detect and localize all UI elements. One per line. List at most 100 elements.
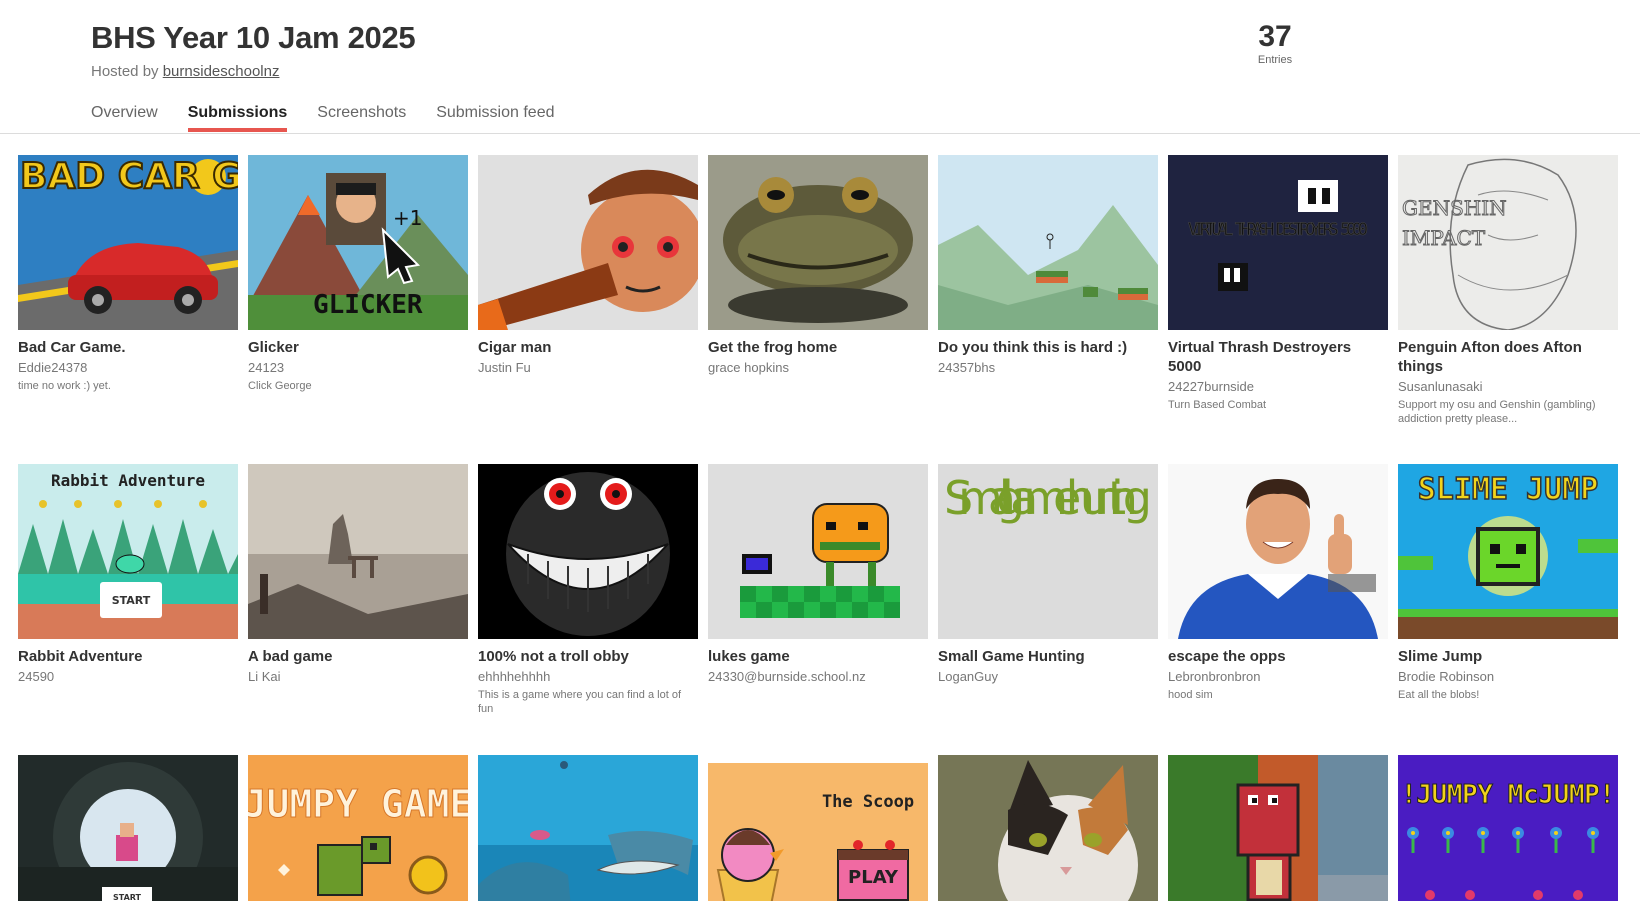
game-title[interactable]: Virtual Thrash Destroyers 5000 bbox=[1168, 338, 1388, 376]
hosted-prefix: Hosted by bbox=[91, 63, 163, 80]
game-thumbnail[interactable]: VIRTUAL THRASH DESTROYERS 5000 bbox=[1168, 155, 1388, 330]
dino-cover bbox=[1168, 755, 1388, 901]
svg-text:JUMPY GAME: JUMPY GAME bbox=[248, 782, 468, 826]
game-card[interactable]: SLIME JUMP Slime Jump Brodie Robinson Ea… bbox=[1398, 464, 1618, 716]
svg-text:PLAY: PLAY bbox=[848, 867, 899, 888]
game-title[interactable]: Glicker bbox=[248, 338, 468, 357]
game-card[interactable]: Cigar man Justin Fu bbox=[478, 155, 698, 426]
game-thumbnail[interactable]: JUMPY GAME bbox=[248, 755, 468, 901]
game-card[interactable]: A bad game Li Kai bbox=[248, 464, 468, 716]
game-thumbnail[interactable]: GENSHIN IMPACT bbox=[1398, 155, 1618, 330]
game-title[interactable]: Bad Car Game. bbox=[18, 338, 238, 357]
svg-text:!JUMPY McJUMP!: !JUMPY McJUMP! bbox=[1401, 780, 1615, 810]
tab-submissions[interactable]: Submissions bbox=[187, 104, 288, 132]
svg-text:+1: +1 bbox=[393, 206, 422, 230]
svg-text:BAD CAR GAME: BAD CAR GAME bbox=[20, 156, 238, 197]
game-title[interactable]: Cigar man bbox=[478, 338, 698, 357]
game-description: Click George bbox=[248, 380, 312, 392]
game-title[interactable]: Slime Jump bbox=[1398, 647, 1618, 666]
slime-jump-cover: SLIME JUMP bbox=[1398, 464, 1618, 639]
game-author[interactable]: Susanlunasaki bbox=[1398, 379, 1618, 394]
game-card[interactable]: +1 GLICKER Glicker 24123 Click George bbox=[248, 155, 468, 426]
game-thumbnail[interactable] bbox=[938, 755, 1158, 901]
game-thumbnail[interactable] bbox=[248, 464, 468, 639]
game-thumbnail[interactable] bbox=[478, 155, 698, 330]
game-thumbnail[interactable]: +1 GLICKER bbox=[248, 155, 468, 330]
game-card[interactable]: The Scoop PLAY bbox=[708, 755, 928, 901]
game-author[interactable]: Li Kai bbox=[248, 669, 468, 684]
game-card[interactable]: JUMPY GAME bbox=[248, 755, 468, 901]
game-thumbnail[interactable]: Small game hunting bbox=[938, 464, 1158, 639]
game-card[interactable]: Do you think this is hard :) 24357bhs bbox=[938, 155, 1158, 426]
game-author[interactable]: 24590 bbox=[18, 669, 238, 684]
game-card[interactable]: VIRTUAL THRASH DESTROYERS 5000 Virtual T… bbox=[1168, 155, 1388, 426]
game-title[interactable]: A bad game bbox=[248, 647, 468, 666]
game-card[interactable] bbox=[938, 755, 1158, 901]
game-thumbnail[interactable] bbox=[1168, 755, 1388, 901]
game-card[interactable]: !JUMPY McJUMP! bbox=[1398, 755, 1618, 901]
a-bad-game-cover bbox=[248, 464, 468, 639]
game-author[interactable]: LoganGuy bbox=[938, 669, 1158, 684]
penguin-afton-cover: GENSHIN IMPACT bbox=[1398, 155, 1618, 330]
game-title[interactable]: Penguin Afton does Afton things bbox=[1398, 338, 1618, 376]
game-author[interactable]: 24357bhs bbox=[938, 360, 1158, 375]
game-title[interactable]: Small Game Hunting bbox=[938, 647, 1158, 666]
game-author[interactable]: 24123 bbox=[248, 360, 468, 375]
game-title[interactable]: Rabbit Adventure bbox=[18, 647, 238, 666]
game-author[interactable]: grace hopkins bbox=[708, 360, 928, 375]
game-card[interactable]: START bbox=[18, 755, 238, 901]
game-thumbnail[interactable] bbox=[938, 155, 1158, 330]
svg-text:GENSHIN: GENSHIN bbox=[1402, 196, 1507, 220]
game-description: This is a game where you can find a lot … bbox=[478, 689, 681, 715]
game-card[interactable] bbox=[1168, 755, 1388, 901]
game-thumbnail[interactable]: START bbox=[18, 755, 238, 901]
game-card[interactable]: GENSHIN IMPACT Penguin Afton does Afton … bbox=[1398, 155, 1618, 426]
svg-text:START: START bbox=[113, 893, 142, 901]
tab-submission-feed[interactable]: Submission feed bbox=[436, 104, 554, 132]
tab-screenshots[interactable]: Screenshots bbox=[317, 104, 406, 132]
game-card[interactable]: escape the opps Lebronbronbron hood sim bbox=[1168, 464, 1388, 716]
game-author[interactable]: Lebronbronbron bbox=[1168, 669, 1388, 684]
game-thumbnail[interactable] bbox=[1168, 464, 1388, 639]
svg-text:SLIME JUMP: SLIME JUMP bbox=[1418, 472, 1599, 507]
game-thumbnail[interactable] bbox=[708, 155, 928, 330]
game-author[interactable]: ehhhhehhhh bbox=[478, 669, 698, 684]
game-card[interactable]: BAD CAR GAME Bad Car Game. Eddie24378 ti… bbox=[18, 155, 238, 426]
game-author[interactable]: Justin Fu bbox=[478, 360, 698, 375]
game-author[interactable]: Brodie Robinson bbox=[1398, 669, 1618, 684]
game-card[interactable]: lukes game 24330@burnside.school.nz bbox=[708, 464, 928, 716]
troll-obby-cover bbox=[478, 464, 698, 639]
game-title[interactable]: Get the frog home bbox=[708, 338, 928, 357]
jumpy-mcjump-cover: !JUMPY McJUMP! bbox=[1398, 755, 1618, 901]
game-thumbnail[interactable]: SLIME JUMP bbox=[1398, 464, 1618, 639]
game-title[interactable]: 100% not a troll obby bbox=[478, 647, 698, 666]
entries-count: 37 bbox=[1258, 20, 1292, 53]
game-thumbnail[interactable]: START Rabbit Adventure bbox=[18, 464, 238, 639]
game-card[interactable]: Get the frog home grace hopkins bbox=[708, 155, 928, 426]
game-thumbnail[interactable]: The Scoop PLAY bbox=[708, 755, 928, 901]
game-title[interactable]: Do you think this is hard :) bbox=[938, 338, 1158, 357]
game-card[interactable]: START Rabbit Adventure Rabbit Adventure … bbox=[18, 464, 238, 716]
game-card[interactable]: 100% not a troll obby ehhhhehhhh This is… bbox=[478, 464, 698, 716]
game-thumbnail[interactable] bbox=[478, 755, 698, 901]
game-card[interactable] bbox=[478, 755, 698, 901]
underwater-cover bbox=[478, 755, 698, 901]
hosted-by: Hosted by burnsideschoolnz bbox=[91, 63, 279, 80]
host-link[interactable]: burnsideschoolnz bbox=[163, 63, 280, 80]
game-thumbnail[interactable] bbox=[708, 464, 928, 639]
tab-overview[interactable]: Overview bbox=[91, 104, 158, 132]
svg-text:START: START bbox=[112, 594, 151, 607]
game-title[interactable]: lukes game bbox=[708, 647, 928, 666]
game-thumbnail[interactable]: !JUMPY McJUMP! bbox=[1398, 755, 1618, 901]
game-author[interactable]: 24227burnside bbox=[1168, 379, 1388, 394]
svg-text:Small game hunting: Small game hunting bbox=[944, 471, 1152, 525]
small-game-hunting-cover: Small game hunting bbox=[938, 464, 1158, 639]
game-thumbnail[interactable]: BAD CAR GAME bbox=[18, 155, 238, 330]
game-card[interactable]: Small game hunting Small Game Hunting Lo… bbox=[938, 464, 1158, 716]
game-thumbnail[interactable] bbox=[478, 464, 698, 639]
game-author[interactable]: 24330@burnside.school.nz bbox=[708, 669, 928, 684]
game-description: Eat all the blobs! bbox=[1398, 689, 1480, 701]
entries-stat: 37 Entries bbox=[1230, 20, 1320, 66]
game-title[interactable]: escape the opps bbox=[1168, 647, 1388, 666]
game-author[interactable]: Eddie24378 bbox=[18, 360, 238, 375]
